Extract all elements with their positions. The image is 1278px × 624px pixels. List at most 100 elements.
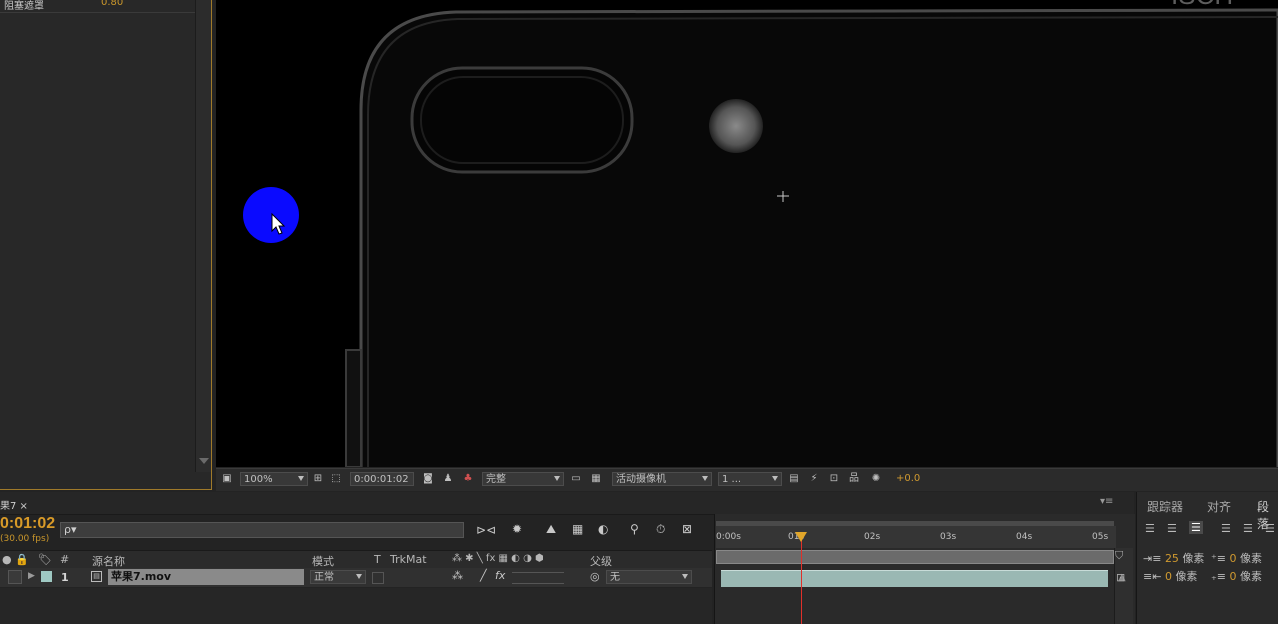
shy-switch-icon[interactable]: ⁂ [452,569,463,582]
toggle-pixel-aspect-icon[interactable]: ▤ [788,473,800,485]
draft-3d-icon[interactable]: ✹ [512,522,522,536]
brainstorm-icon[interactable]: ⚲ [630,522,639,536]
panel-menu-icon[interactable]: ▾≡ [1100,496,1113,507]
parent-dropdown[interactable]: 无 [606,570,692,584]
indent-right-value[interactable]: 0 [1165,570,1172,583]
column-source-name[interactable]: 源名称 [92,553,125,569]
time-navigator[interactable] [716,550,1114,564]
comp-button-icon[interactable]: ⊡ [1116,571,1125,584]
effects-switch-icon[interactable]: fx [495,569,505,582]
chevron-down-icon [702,476,708,481]
column-mode: 模式 [312,555,334,568]
comp-marker-bin-icon[interactable]: ⛉ [1115,549,1123,563]
resolution-dropdown[interactable]: 完整 [482,472,564,486]
search-input[interactable]: ρ▾ [60,522,464,538]
chevron-down-icon [772,476,778,481]
space-after-field[interactable]: ₊≡ 0 像素 [1211,568,1262,584]
show-snapshot-icon[interactable]: ♟ [442,473,454,485]
footage-icon: ▤ [91,571,102,582]
align-right-icon[interactable]: ☰ [1189,521,1203,534]
motion-blur-icon[interactable]: ◐ [598,522,608,536]
stopwatch-icon[interactable]: ⏱ [656,522,665,537]
tab-tracker[interactable]: 跟踪器 [1147,498,1183,515]
indent-left-value[interactable]: 25 [1165,552,1179,565]
effect-property-row[interactable]: 阻塞遮罩 0.80 [0,0,195,13]
switch-boxes[interactable] [512,572,564,584]
reset-exposure-icon[interactable]: ✺ [870,473,882,485]
preserve-transparency-checkbox[interactable] [372,572,384,584]
frame-rate-label: (30.00 fps) [0,534,50,544]
quality-switch-icon[interactable]: ╱ [480,569,487,582]
tab-align[interactable]: 对齐 [1207,498,1231,515]
chevron-down-icon [682,574,688,579]
timeline-tab[interactable]: 果7 × [0,497,28,512]
layer-row[interactable]: ▶ 1 ▤ 苹果7.mov 正常 ⁂ ╱ fx ◎ 无 [0,568,712,587]
column-t: T [374,553,381,566]
search-icon: ρ▾ [64,523,77,536]
space-before-value[interactable]: 0 [1230,552,1237,565]
visibility-toggle[interactable] [8,570,22,584]
hide-shy-layers-icon[interactable]: ⛰ [546,522,556,537]
label-icon[interactable]: 🏷 [38,553,52,566]
blend-mode-dropdown[interactable]: 正常 [310,570,366,584]
expand-arrow-icon[interactable]: ▶ [28,571,35,581]
first-line-indent-field[interactable]: ≡⇤ 0 像素 [1143,568,1197,584]
justify-center-icon[interactable]: ☰ [1243,522,1253,535]
scroll-down-icon[interactable] [199,458,209,464]
timeline-icon[interactable]: ⊡ [828,473,840,485]
space-after-icon: ₊≡ [1211,570,1230,583]
phone-render-image: ISCH [243,0,1278,467]
timecode-value: 0:00:01:02 [354,474,409,485]
zoom-dropdown[interactable]: 100% [240,472,308,486]
chevron-down-icon [356,574,362,579]
region-of-interest-icon[interactable]: ▭ [570,473,582,485]
blend-mode-value: 正常 [314,572,334,583]
viewer-toolbar: ▣ 100% ⊞ ⬚ 0:00:01:02 ◙ ♟ ♣ 完整 ▭ ▦ 活动摄像机… [216,468,1278,491]
timecode-display[interactable]: 0:00:01:02 [350,472,414,486]
switches-icons: ⁂ ✱ ╲ fx ▦ ◐ ◑ ⬢ [452,553,544,564]
composition-mini-flowchart-icon[interactable]: ⊳⊲ [476,523,496,537]
space-after-value[interactable]: 0 [1230,570,1237,583]
camera-snapshot-icon[interactable]: ◙ [422,473,434,485]
camera-value: 活动摄像机 [616,474,666,485]
region-icon[interactable]: ▣ [221,473,233,485]
ruler-tick: 05s [1092,532,1109,542]
exposure-value[interactable]: +0.0 [896,473,920,484]
indent-right-field[interactable]: ⁺≡ 0 像素 [1211,550,1262,566]
safe-margins-icon[interactable]: ⬚ [330,473,342,485]
view-layout-dropdown[interactable]: 1 ... [718,472,782,486]
ruler-tick: 02s [864,532,881,542]
time-ruler[interactable]: 0:00s 01s 02s 03s 04s 05s [716,526,1116,548]
transparency-grid-icon[interactable]: ▦ [590,473,602,485]
frame-blending-icon[interactable]: ▦ [572,522,583,536]
layer-column-header: ● 🔒 🏷 # 源名称 模式 T TrkMat ⁂ ✱ ╲ fx ▦ ◐ ◑ ⬢… [0,550,712,569]
unit-label: 像素 [1240,570,1263,583]
property-label: 阻塞遮罩 [4,1,44,12]
graph-editor-icon[interactable]: ⊠ [682,522,692,536]
justify-right-icon[interactable]: ☰ [1265,522,1275,535]
fast-previews-icon[interactable]: ⚡ [808,473,820,485]
playhead-icon[interactable] [795,532,807,542]
composition-viewer[interactable]: ISCH [216,0,1278,467]
parent-value: 无 [610,572,620,583]
lock-icon[interactable]: ● 🔒 [2,553,29,566]
current-time-indicator[interactable] [801,532,802,624]
view-layout-value: 1 ... [722,474,742,485]
column-parent: 父级 [590,555,612,568]
layer-name[interactable]: 苹果7.mov [108,569,304,585]
watermark-text: ISCH [1171,0,1233,10]
property-value[interactable]: 0.80 [101,0,123,8]
current-time-display[interactable]: 0:01:02 [0,515,55,533]
pick-whip-icon[interactable]: ◎ [590,570,600,583]
indent-left-field[interactable]: ⇥≡ 25 像素 [1143,550,1204,566]
align-center-icon[interactable]: ☰ [1167,522,1177,535]
camera-dropdown[interactable]: 活动摄像机 [612,472,712,486]
layer-duration-bar[interactable] [721,570,1108,587]
justify-left-icon[interactable]: ☰ [1221,522,1231,535]
channels-icon[interactable]: ♣ [462,473,474,485]
label-color-swatch[interactable] [41,571,52,582]
flowchart-icon[interactable]: 品 [848,473,860,485]
fit-icon[interactable]: ⊞ [312,473,324,485]
effect-panel-scrollbar[interactable] [195,0,211,472]
align-left-icon[interactable]: ☰ [1145,522,1155,535]
